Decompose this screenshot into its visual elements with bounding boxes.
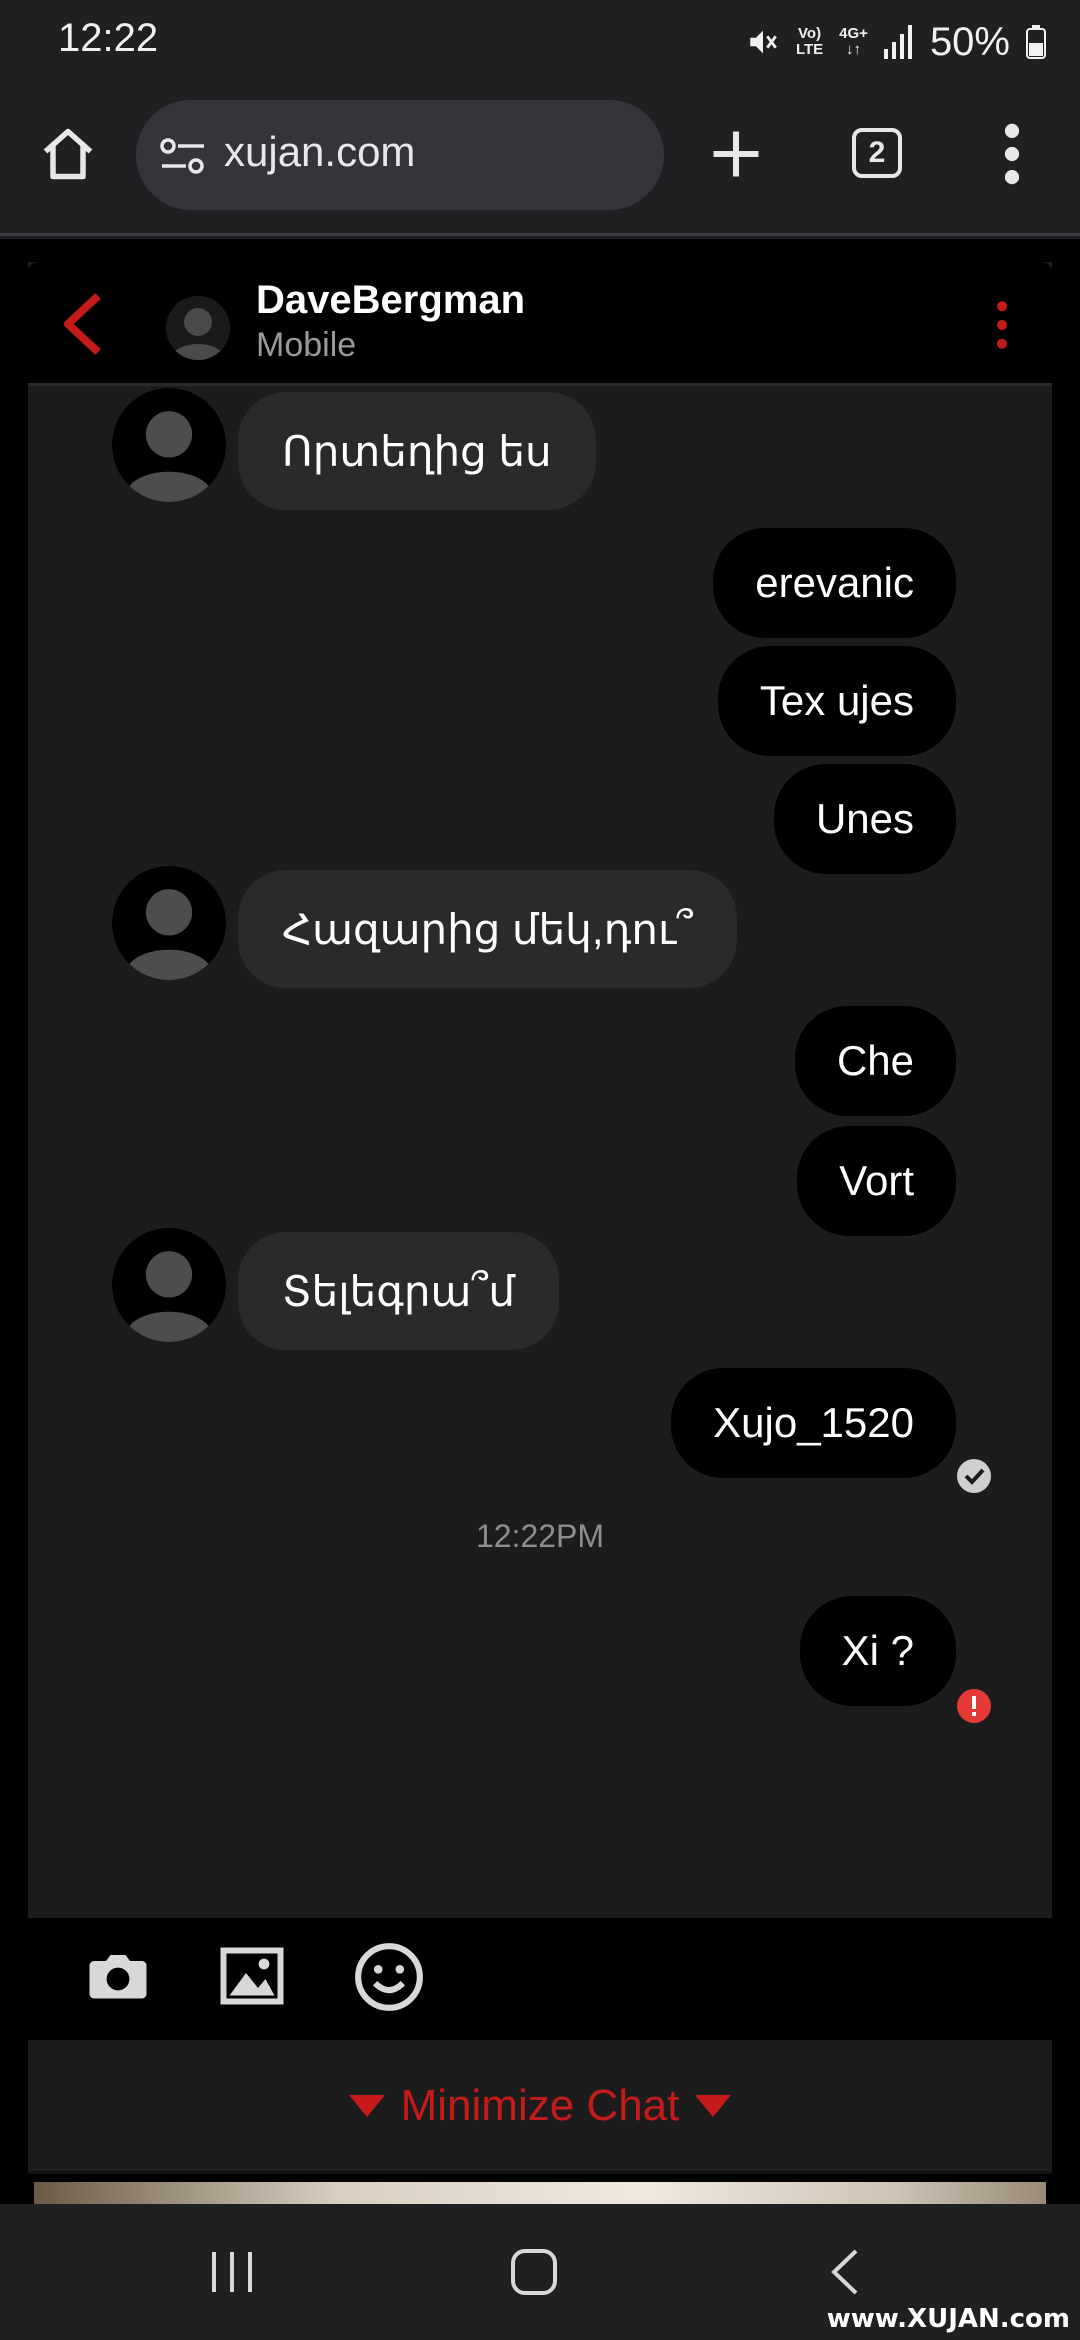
nav-home-icon[interactable] [510, 2248, 558, 2296]
chevron-left-icon[interactable] [58, 292, 108, 356]
address-bar[interactable]: xujan.com [136, 100, 664, 210]
page-content-strip [34, 2182, 1046, 2204]
contact-status: Mobile [256, 326, 357, 364]
image-icon[interactable] [216, 1940, 288, 2012]
outgoing-message[interactable]: Tex ujes [717, 646, 956, 756]
outgoing-message[interactable]: Xi ? [799, 1596, 956, 1706]
data-arrows-icon: ↓↑ [846, 41, 862, 58]
incoming-message[interactable]: Տելեգրա՞մ [238, 1232, 560, 1350]
smiley-icon[interactable] [352, 1940, 426, 2014]
contact-avatar[interactable] [166, 296, 230, 360]
chat-window: DaveBergman Mobile Որտեղից ես erevanic T… [28, 262, 1052, 2180]
minimize-chat-label: Minimize Chat [400, 2080, 680, 2130]
incoming-message[interactable]: Հազարից մեկ,դու՞ [238, 870, 738, 988]
status-bar: 12:22 Vo) LTE 4G+ ↓↑ 50% [0, 0, 1080, 84]
plus-icon[interactable] [706, 124, 766, 184]
network-type: 4G+ [839, 25, 868, 42]
error-alert-icon[interactable] [956, 1688, 992, 1724]
battery-icon [1026, 25, 1046, 59]
more-vert-icon[interactable] [994, 122, 1030, 186]
outgoing-message[interactable]: Che [794, 1006, 956, 1116]
incoming-message[interactable]: Որտեղից ես [238, 392, 596, 510]
status-time: 12:22 [58, 16, 159, 60]
sender-avatar[interactable] [112, 866, 226, 980]
message-list[interactable]: Որտեղից ես erevanic Tex ujes Unes Հազարի… [28, 386, 1052, 2006]
watermark: www.XUJAN.com [826, 2304, 1070, 2334]
status-icons: Vo) LTE 4G+ ↓↑ 50% [746, 14, 1046, 70]
nav-back-icon[interactable] [822, 2248, 870, 2296]
message-timestamp: 12:22PM [475, 1518, 605, 1554]
tab-switcher-button[interactable]: 2 [852, 128, 902, 178]
outgoing-message[interactable]: Xujo_1520 [671, 1368, 956, 1478]
network-type-indicator: 4G+ ↓↑ [839, 26, 868, 58]
minimize-chat-button[interactable]: Minimize Chat [28, 2040, 1052, 2174]
camera-icon[interactable] [82, 1940, 154, 2012]
contact-name: DaveBergman [256, 278, 526, 322]
sender-avatar[interactable] [112, 388, 226, 502]
outgoing-message[interactable]: Unes [773, 764, 956, 874]
caret-down-icon [695, 2094, 732, 2117]
browser-toolbar: xujan.com 2 [0, 84, 1080, 236]
home-icon[interactable] [38, 124, 98, 184]
user-silhouette-icon [126, 1251, 212, 1342]
user-silhouette-icon [166, 296, 230, 360]
site-settings-icon[interactable] [160, 136, 206, 176]
recent-apps-icon[interactable] [208, 2248, 256, 2296]
user-silhouette-icon [126, 411, 212, 502]
chat-options-icon[interactable] [992, 300, 1012, 350]
volte-bottom: LTE [795, 41, 824, 58]
url-text: xujan.com [224, 128, 416, 175]
attachment-toolbar [28, 1918, 1052, 2040]
battery-percent: 50% [929, 19, 1010, 64]
mute-icon [750, 30, 777, 54]
outgoing-message[interactable]: erevanic [713, 528, 956, 638]
volte-indicator: Vo) LTE [796, 26, 823, 58]
user-silhouette-icon [126, 889, 212, 980]
outgoing-message[interactable]: Vort [797, 1126, 956, 1236]
read-receipt-icon [957, 1459, 991, 1493]
system-nav-bar: www.XUJAN.com [0, 2204, 1080, 2340]
chat-header: DaveBergman Mobile [28, 262, 1052, 386]
caret-down-icon [348, 2094, 385, 2117]
signal-icon [883, 25, 912, 59]
volte-top: Vo) [798, 25, 822, 42]
sender-avatar[interactable] [112, 1228, 226, 1342]
